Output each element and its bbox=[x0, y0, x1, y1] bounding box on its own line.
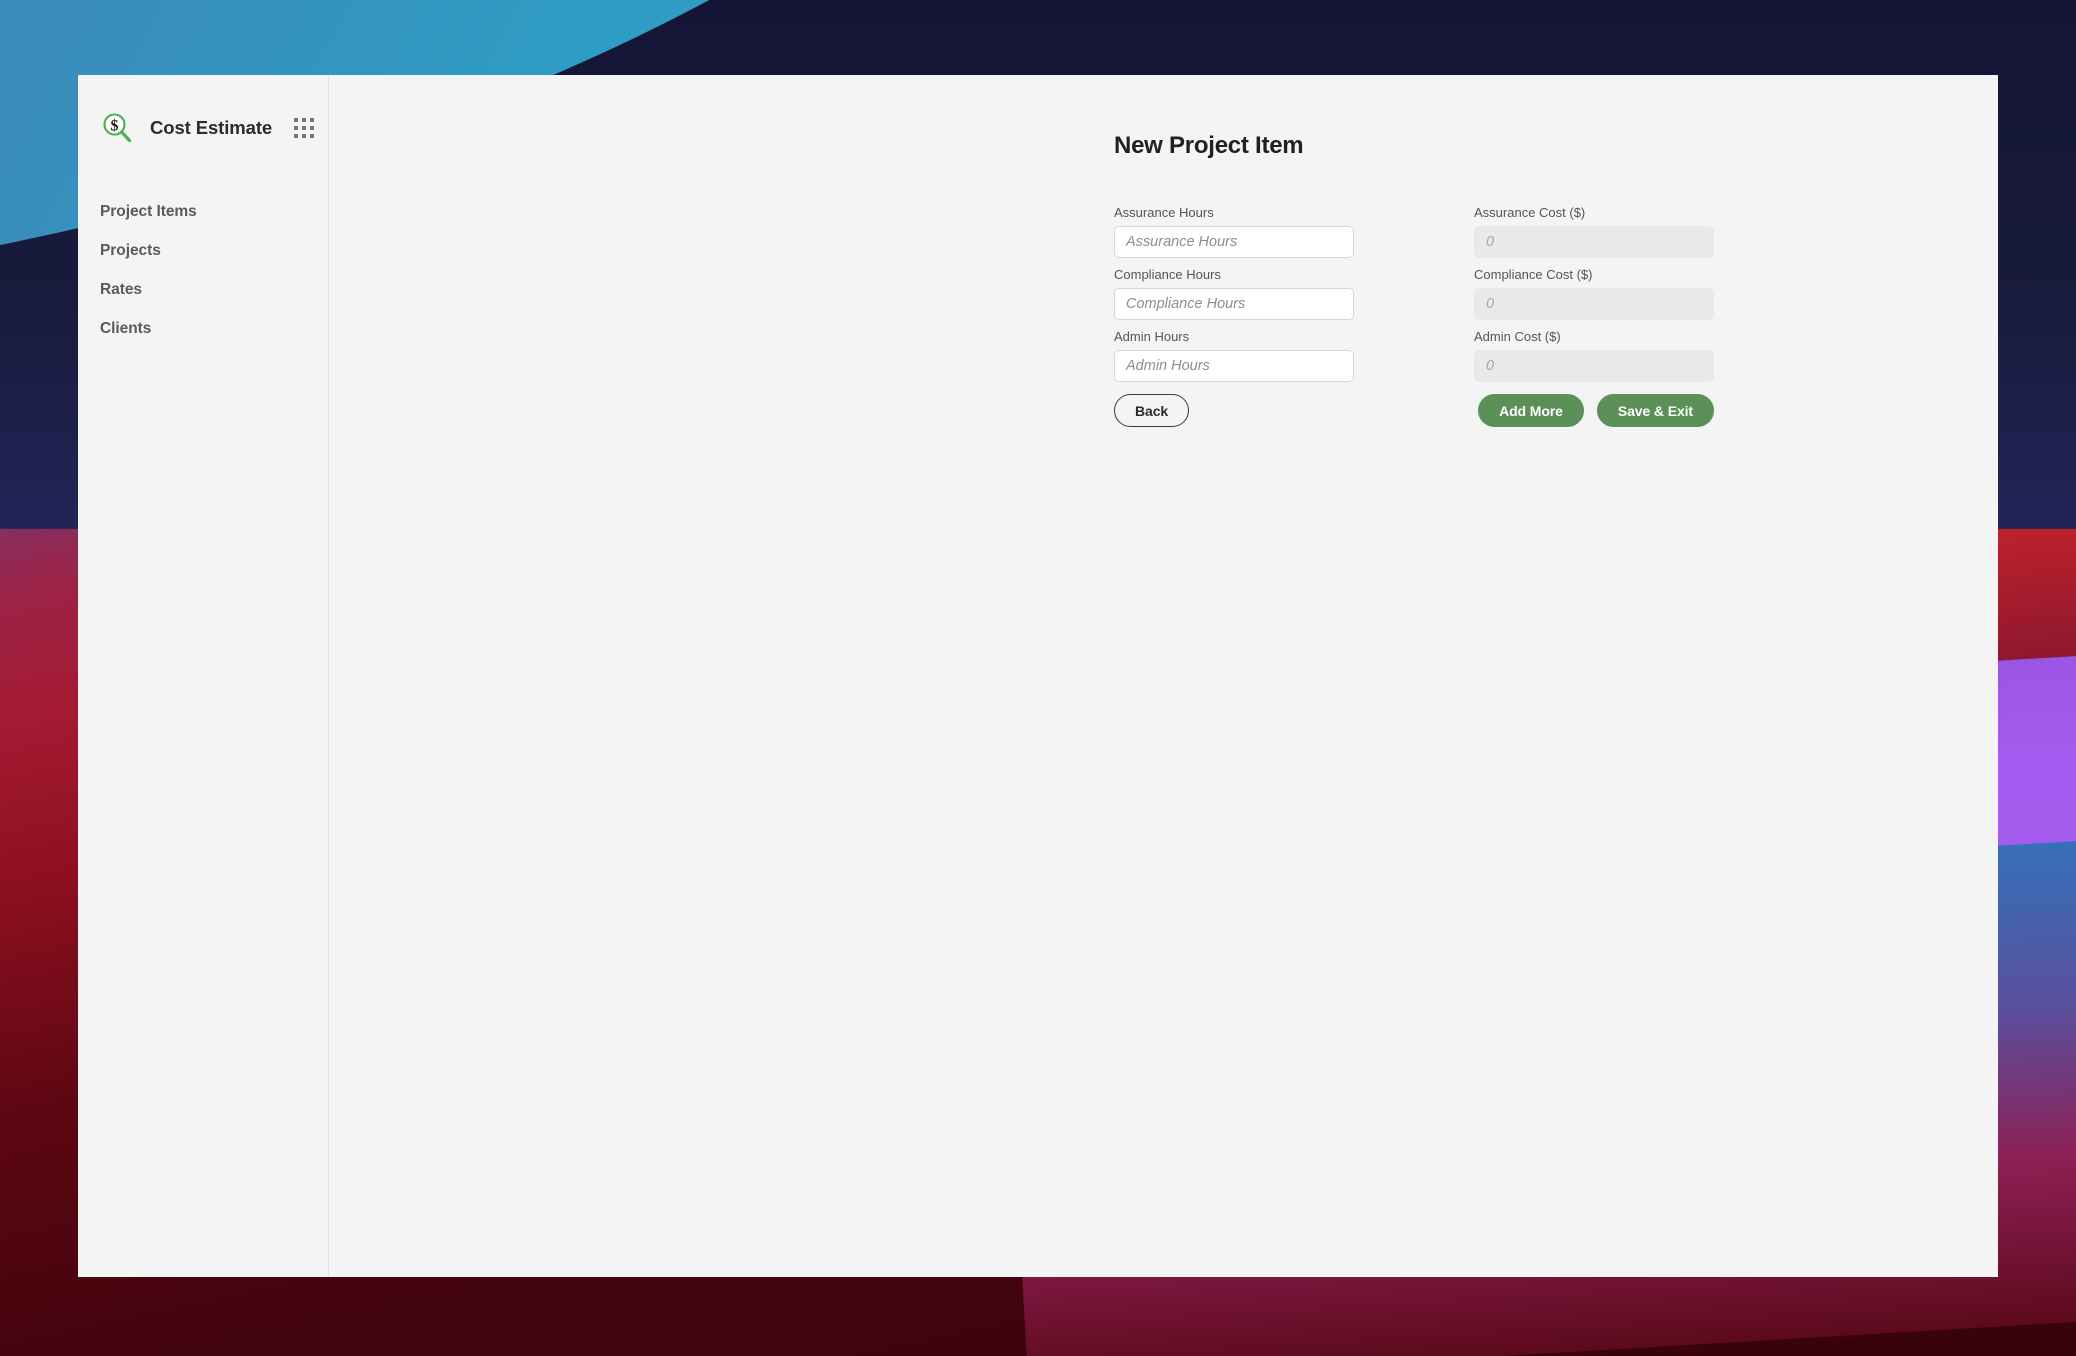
sidebar-item-projects[interactable]: Projects bbox=[78, 231, 328, 270]
sidebar-item-clients[interactable]: Clients bbox=[78, 309, 328, 348]
label-compliance-hours: Compliance Hours bbox=[1114, 267, 1221, 282]
save-exit-button[interactable]: Save & Exit bbox=[1596, 394, 1714, 427]
sidebar-nav: Project Items Projects Rates Clients bbox=[78, 192, 328, 348]
hours-column: Assurance Hours Compliance Hours Admin H… bbox=[1114, 206, 1354, 427]
assurance-hours-input[interactable] bbox=[1114, 226, 1354, 258]
label-admin-hours: Admin Hours bbox=[1114, 329, 1190, 344]
add-more-button[interactable]: Add More bbox=[1478, 394, 1584, 427]
admin-cost-input bbox=[1474, 350, 1714, 382]
field-compliance-cost: Compliance Cost ($) bbox=[1474, 268, 1714, 320]
apps-grid-icon[interactable] bbox=[294, 118, 315, 138]
svg-text:$: $ bbox=[111, 117, 119, 134]
compliance-hours-input[interactable] bbox=[1114, 288, 1354, 320]
brand-row: $ Cost Estimate bbox=[78, 97, 328, 159]
label-admin-cost: Admin Cost ($) bbox=[1474, 329, 1561, 344]
label-assurance-cost: Assurance Cost ($) bbox=[1474, 205, 1586, 220]
sidebar: $ Cost Estimate Project Items Projects R… bbox=[78, 75, 329, 1277]
costs-column: Assurance Cost ($) Compliance Cost ($) A… bbox=[1474, 206, 1714, 427]
form-container: New Project Item Assurance Hours Complia… bbox=[1114, 132, 1734, 427]
field-compliance-hours: Compliance Hours bbox=[1114, 268, 1354, 320]
compliance-cost-input bbox=[1474, 288, 1714, 320]
form-grid: Assurance Hours Compliance Hours Admin H… bbox=[1114, 206, 1734, 427]
dollar-magnifier-icon: $ bbox=[100, 111, 134, 145]
field-assurance-hours: Assurance Hours bbox=[1114, 206, 1354, 258]
field-admin-hours: Admin Hours bbox=[1114, 330, 1354, 382]
label-assurance-hours: Assurance Hours bbox=[1114, 205, 1214, 220]
left-actions: Back bbox=[1114, 394, 1354, 427]
field-assurance-cost: Assurance Cost ($) bbox=[1474, 206, 1714, 258]
sidebar-item-rates[interactable]: Rates bbox=[78, 270, 328, 309]
assurance-cost-input bbox=[1474, 226, 1714, 258]
admin-hours-input[interactable] bbox=[1114, 350, 1354, 382]
sidebar-item-project-items[interactable]: Project Items bbox=[78, 192, 328, 231]
back-button[interactable]: Back bbox=[1114, 394, 1190, 427]
brand-title: Cost Estimate bbox=[150, 117, 273, 138]
page-title: New Project Item bbox=[1114, 132, 1304, 159]
right-actions: Add More Save & Exit bbox=[1474, 394, 1714, 427]
main-content: New Project Item Assurance Hours Complia… bbox=[329, 75, 1998, 1277]
application-window: $ Cost Estimate Project Items Projects R… bbox=[78, 75, 1998, 1277]
label-compliance-cost: Compliance Cost ($) bbox=[1474, 267, 1593, 282]
field-admin-cost: Admin Cost ($) bbox=[1474, 330, 1714, 382]
